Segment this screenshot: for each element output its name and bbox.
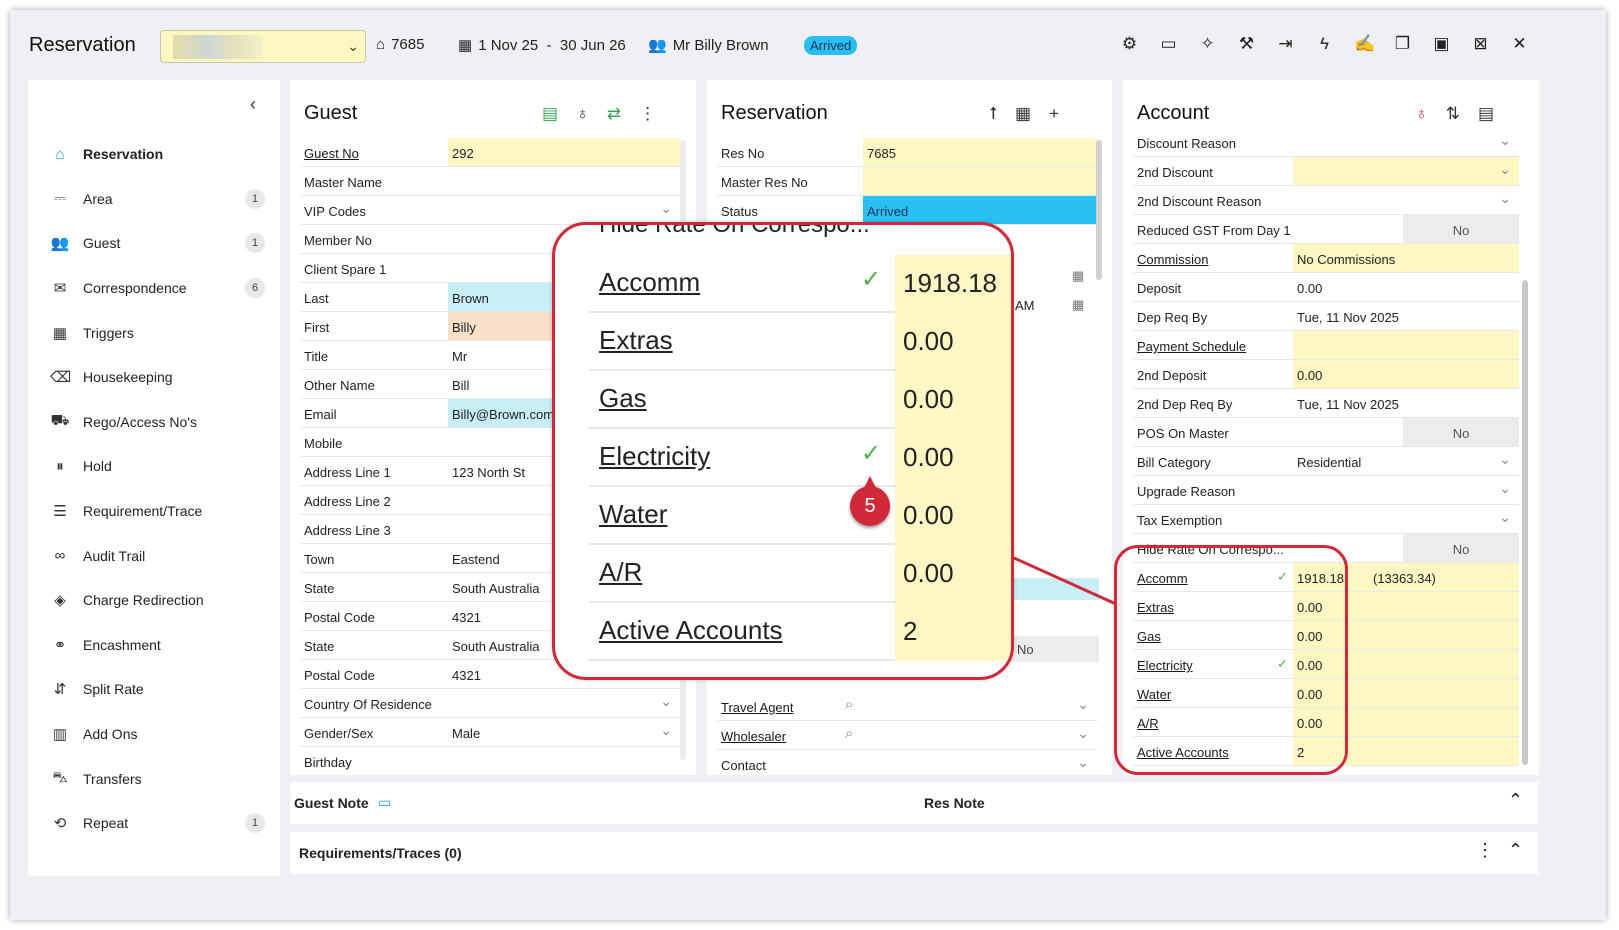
highlight-box bbox=[1114, 545, 1348, 775]
zoom-row-label[interactable]: Extras bbox=[599, 325, 673, 356]
zoom-row-value: 2 bbox=[895, 603, 1011, 661]
zoom-row-label[interactable]: Accomm bbox=[599, 267, 700, 298]
zoom-row-label[interactable]: Water bbox=[599, 499, 667, 530]
zoom-row: Water 0.00 bbox=[589, 487, 1011, 545]
zoom-row: A/R 0.00 bbox=[589, 545, 1011, 603]
zoom-row-value: 0.00 bbox=[895, 371, 1011, 429]
step-marker: 5 bbox=[850, 476, 890, 526]
zoom-row-value: 0.00 bbox=[895, 487, 1011, 545]
zoom-row-value: 0.00 bbox=[895, 545, 1011, 603]
zoom-row: Extras 0.00 bbox=[589, 313, 1011, 371]
zoom-row-value: 0.00 bbox=[895, 313, 1011, 371]
zoom-callout: Hide Rate On Correspo... Accomm ✓ 1918.18 E… bbox=[552, 222, 1014, 680]
zoom-row: Gas 0.00 bbox=[589, 371, 1011, 429]
zoom-row: Accomm ✓ 1918.18 bbox=[589, 255, 1011, 313]
check-icon: ✓ bbox=[861, 266, 882, 293]
check-icon: ✓ bbox=[861, 440, 882, 467]
zoom-row-value: 0.00 bbox=[895, 429, 1011, 487]
zoom-row: Active Accounts 2 bbox=[589, 603, 1011, 661]
zoom-row-label[interactable]: Active Accounts bbox=[599, 615, 783, 646]
zoom-row-label[interactable]: A/R bbox=[599, 557, 642, 588]
zoom-header: Hide Rate On Correspo... bbox=[599, 222, 870, 238]
zoom-row: Electricity ✓ 0.00 bbox=[589, 429, 1011, 487]
zoom-row-value: 1918.18 bbox=[895, 255, 1011, 313]
zoom-row-label[interactable]: Electricity bbox=[599, 441, 710, 472]
zoom-row-label[interactable]: Gas bbox=[599, 383, 647, 414]
